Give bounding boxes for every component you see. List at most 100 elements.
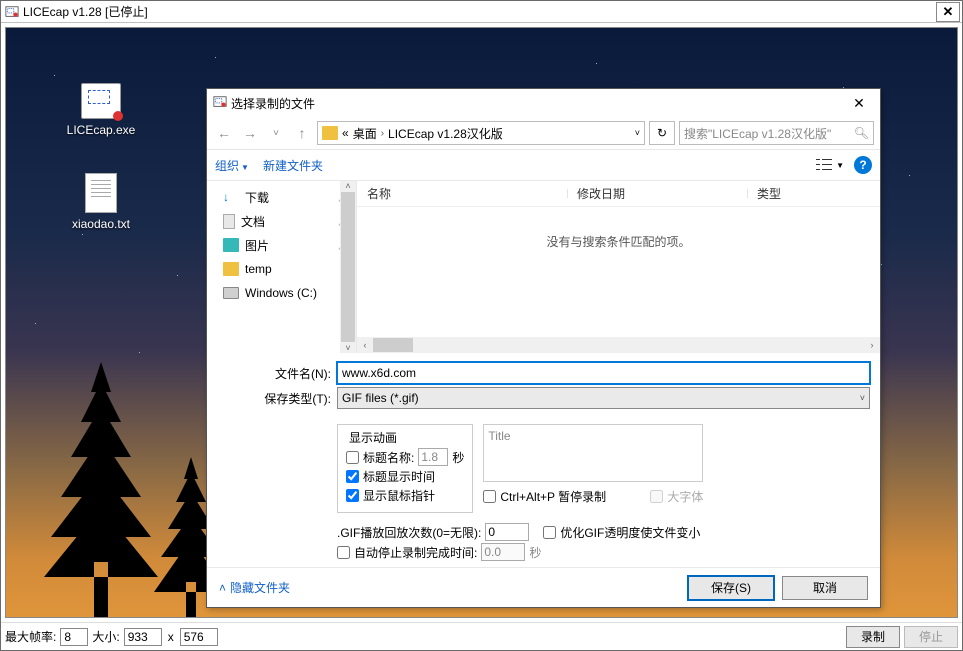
breadcrumb-dropdown[interactable]: ˅ <box>635 128 640 138</box>
back-button[interactable]: ← <box>213 122 235 144</box>
app-icon <box>5 5 19 19</box>
licecap-exe-icon <box>81 83 121 119</box>
search-icon: 🔍︎ <box>854 126 869 140</box>
breadcrumb-prefix: « <box>342 126 349 140</box>
group-legend: 显示动画 <box>346 429 400 446</box>
tree-item-temp[interactable]: temp <box>207 257 356 281</box>
chevron-down-icon: ˅ <box>860 393 865 403</box>
save-dialog: 选择录制的文件 ✕ ← → ˅ ↑ « 桌面 › LICEcap v1.28汉化… <box>206 88 881 608</box>
column-type[interactable]: 类型 <box>747 185 880 202</box>
pause-hotkey-checkbox[interactable] <box>483 490 496 503</box>
show-time-label: 标题显示时间 <box>363 468 435 485</box>
bottom-bar: 最大帧率: 大小: x 录制 停止 <box>1 622 962 650</box>
record-button[interactable]: 录制 <box>846 626 900 648</box>
autostop-checkbox[interactable] <box>337 546 350 559</box>
nav-bar: ← → ˅ ↑ « 桌面 › LICEcap v1.28汉化版 ˅ ↻ 搜索"L… <box>207 117 880 149</box>
folder-tree: ↓下载📌︎ 文档📌︎ 图片📌︎ temp Windows (C:)˅ ˄˅ <box>207 181 357 353</box>
recent-dropdown[interactable]: ˅ <box>265 122 287 144</box>
capture-area: LICEcap.exe xiaodao.txt 选择录制的文件 ✕ ← → ˅ … <box>5 27 958 618</box>
search-input[interactable]: 搜索"LICEcap v1.28汉化版" 🔍︎ <box>679 121 874 145</box>
width-input[interactable] <box>124 628 162 646</box>
filename-label: 文件名(N): <box>217 365 337 382</box>
optimize-label: 优化GIF透明度使文件变小 <box>560 524 700 541</box>
hide-folders-link[interactable]: ˄ 隐藏文件夹 <box>219 579 290 596</box>
dialog-body: ↓下载📌︎ 文档📌︎ 图片📌︎ temp Windows (C:)˅ ˄˅ 名称… <box>207 181 880 353</box>
column-headers[interactable]: 名称 修改日期 类型 <box>357 181 880 207</box>
form-area: 文件名(N): 保存类型(T): GIF files (*.gif) ˅ <box>207 353 880 420</box>
main-titlebar[interactable]: LICEcap v1.28 [已停止] ✕ <box>1 1 962 23</box>
extra-options: .GIF播放回放次数(0=无限): 优化GIF透明度使文件变小 自动停止录制完成… <box>207 519 880 567</box>
stop-button: 停止 <box>904 626 958 648</box>
file-list[interactable]: 没有与搜索条件匹配的项。 <box>357 207 880 337</box>
fps-input[interactable] <box>60 628 88 646</box>
dialog-titlebar[interactable]: 选择录制的文件 ✕ <box>207 89 880 117</box>
close-button[interactable]: ✕ <box>936 2 960 22</box>
breadcrumb-part[interactable]: 桌面 <box>353 125 377 142</box>
title-textarea[interactable]: Title <box>483 424 703 482</box>
filetype-label: 保存类型(T): <box>217 390 337 407</box>
desktop-icon-label: xiaodao.txt <box>61 217 141 231</box>
column-name[interactable]: 名称 <box>357 185 567 202</box>
autostop-time-input[interactable] <box>481 543 525 561</box>
chevron-up-icon: ˄ <box>219 581 226 595</box>
seconds-label: 秒 <box>452 449 464 466</box>
main-window: LICEcap v1.28 [已停止] ✕ LICEcap.exe xiaoda… <box>0 0 963 651</box>
title-duration-input[interactable] <box>418 448 448 466</box>
desktop-icon-licecap[interactable]: LICEcap.exe <box>61 83 141 137</box>
show-time-checkbox[interactable] <box>346 470 359 483</box>
tree-item-downloads[interactable]: ↓下载📌︎ <box>207 185 356 209</box>
dialog-toolbar: 组织▼ 新建文件夹 ▼ ? <box>207 149 880 181</box>
tree-scrollbar[interactable]: ˄˅ <box>340 181 356 353</box>
loop-count-input[interactable] <box>485 523 529 541</box>
tree-item-documents[interactable]: 文档📌︎ <box>207 209 356 233</box>
search-placeholder: 搜索"LICEcap v1.28汉化版" <box>684 125 831 142</box>
folder-icon <box>322 126 338 140</box>
dialog-close-button[interactable]: ✕ <box>844 95 874 112</box>
breadcrumb-part[interactable]: LICEcap v1.28汉化版 <box>388 125 503 142</box>
pause-hotkey-label: Ctrl+Alt+P 暂停录制 <box>500 488 606 505</box>
dialog-app-icon <box>213 95 227 112</box>
dimension-x: x <box>166 630 176 644</box>
tree-item-drive-c[interactable]: Windows (C:)˅ <box>207 281 356 305</box>
file-panel: 名称 修改日期 类型 没有与搜索条件匹配的项。 ‹› <box>357 181 880 353</box>
forward-button[interactable]: → <box>239 122 261 144</box>
autostop-seconds-label: 秒 <box>529 544 541 561</box>
chevron-right-icon: › <box>381 128 384 139</box>
new-folder-button[interactable]: 新建文件夹 <box>263 157 323 174</box>
view-mode-button[interactable]: ▼ <box>816 158 844 172</box>
save-button[interactable]: 保存(S) <box>688 576 774 600</box>
help-button[interactable]: ? <box>854 156 872 174</box>
filetype-combo[interactable]: GIF files (*.gif) ˅ <box>337 387 870 409</box>
tree-item-pictures[interactable]: 图片📌︎ <box>207 233 356 257</box>
big-font-label: 大字体 <box>667 488 703 505</box>
dialog-title: 选择录制的文件 <box>231 95 844 112</box>
height-input[interactable] <box>180 628 218 646</box>
column-modified[interactable]: 修改日期 <box>567 185 747 202</box>
empty-message: 没有与搜索条件匹配的项。 <box>546 233 690 250</box>
size-label: 大小: <box>92 628 119 645</box>
horizontal-scrollbar[interactable]: ‹› <box>357 337 880 353</box>
drive-icon <box>223 287 239 299</box>
title-name-checkbox[interactable] <box>346 451 359 464</box>
desktop-icon-xiaodao[interactable]: xiaodao.txt <box>61 173 141 231</box>
cancel-button[interactable]: 取消 <box>782 576 868 600</box>
download-icon: ↓ <box>223 190 239 204</box>
organize-menu[interactable]: 组织▼ <box>215 157 249 174</box>
refresh-button[interactable]: ↻ <box>649 121 675 145</box>
filename-input[interactable] <box>337 362 870 384</box>
desktop-icon-label: LICEcap.exe <box>61 123 141 137</box>
show-cursor-label: 显示鼠标指针 <box>363 487 435 504</box>
display-animation-group: 显示动画 标题名称: 秒 标题显示时间 <box>337 424 473 513</box>
up-button[interactable]: ↑ <box>291 122 313 144</box>
fps-label: 最大帧率: <box>5 628 56 645</box>
folder-icon <box>223 262 239 276</box>
show-cursor-checkbox[interactable] <box>346 489 359 502</box>
title-name-label: 标题名称: <box>363 449 414 466</box>
optimize-checkbox[interactable] <box>543 526 556 539</box>
pictures-icon <box>223 238 239 252</box>
loop-label: .GIF播放回放次数(0=无限): <box>337 524 481 541</box>
dialog-footer: ˄ 隐藏文件夹 保存(S) 取消 <box>207 567 880 607</box>
breadcrumb[interactable]: « 桌面 › LICEcap v1.28汉化版 ˅ <box>317 121 645 145</box>
autostop-label: 自动停止录制完成时间: <box>354 544 477 561</box>
big-font-checkbox <box>650 490 663 503</box>
